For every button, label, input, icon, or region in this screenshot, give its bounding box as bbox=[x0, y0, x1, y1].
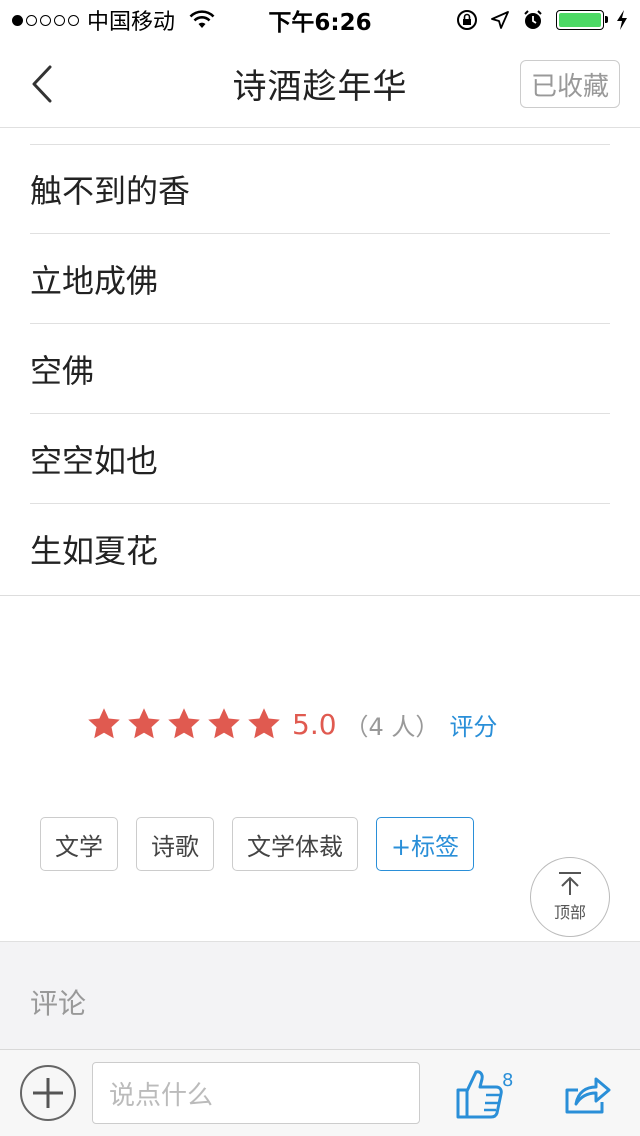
alarm-icon bbox=[524, 10, 542, 29]
rotation-lock-icon bbox=[457, 10, 477, 30]
list-item[interactable]: 空佛 bbox=[30, 324, 610, 414]
plus-icon bbox=[33, 1078, 63, 1108]
page-title: 诗酒趁年华 bbox=[232, 67, 408, 107]
like-count: 8 bbox=[502, 1070, 514, 1091]
list-bottom-divider bbox=[0, 595, 640, 596]
charging-icon bbox=[617, 10, 627, 30]
battery-icon bbox=[556, 10, 608, 30]
star-rating bbox=[86, 706, 286, 742]
back-button[interactable] bbox=[22, 62, 62, 106]
star-icon[interactable] bbox=[86, 706, 122, 742]
signal-strength-icon bbox=[12, 14, 79, 26]
back-to-top-label: 顶部 bbox=[553, 903, 586, 922]
add-tag-button[interactable]: +标签 bbox=[376, 817, 475, 871]
rating-section: 5.0 （4 人） 评分 bbox=[86, 700, 497, 748]
tag-list: 文学 诗歌 文学体裁 +标签 bbox=[40, 817, 475, 871]
comment-input[interactable]: 说点什么 bbox=[92, 1062, 420, 1124]
star-icon[interactable] bbox=[126, 706, 162, 742]
rating-count: （4 人） bbox=[344, 712, 440, 741]
tag-item[interactable]: 文学体裁 bbox=[232, 817, 358, 871]
comment-section-title: 评论 bbox=[30, 987, 87, 1020]
star-icon[interactable] bbox=[206, 706, 242, 742]
poem-list: 触不到的香 立地成佛 空佛 空空如也 生如夏花 bbox=[0, 144, 640, 594]
wifi-icon bbox=[189, 10, 215, 28]
rating-score: 5.0 bbox=[292, 707, 337, 741]
bottom-toolbar: 说点什么 8 bbox=[0, 1049, 640, 1136]
tag-item[interactable]: 诗歌 bbox=[136, 817, 214, 871]
list-item[interactable]: 触不到的香 bbox=[30, 144, 610, 234]
arrow-up-icon bbox=[559, 872, 581, 895]
collected-button[interactable]: 已收藏 bbox=[520, 60, 620, 108]
navigation-bar: 诗酒趁年华 已收藏 bbox=[0, 40, 640, 128]
list-item[interactable]: 空空如也 bbox=[30, 414, 610, 504]
share-icon[interactable] bbox=[562, 1072, 612, 1116]
carrier-name: 中国移动 bbox=[87, 10, 176, 35]
comment-input-placeholder: 说点什么 bbox=[109, 1080, 214, 1111]
back-to-top-button[interactable]: 顶部 bbox=[530, 857, 610, 937]
status-bar: 中国移动 下午6:26 bbox=[0, 0, 640, 40]
list-item[interactable]: 立地成佛 bbox=[30, 234, 610, 324]
tag-item[interactable]: 文学 bbox=[40, 817, 118, 871]
location-icon bbox=[491, 11, 509, 29]
add-button[interactable] bbox=[20, 1065, 76, 1121]
list-item[interactable]: 生如夏花 bbox=[30, 504, 610, 594]
star-icon[interactable] bbox=[246, 706, 282, 742]
comment-section: 评论 bbox=[0, 941, 640, 1049]
star-icon[interactable] bbox=[166, 706, 202, 742]
rate-link[interactable]: 评分 bbox=[449, 707, 497, 742]
back-chevron-icon bbox=[32, 65, 52, 103]
